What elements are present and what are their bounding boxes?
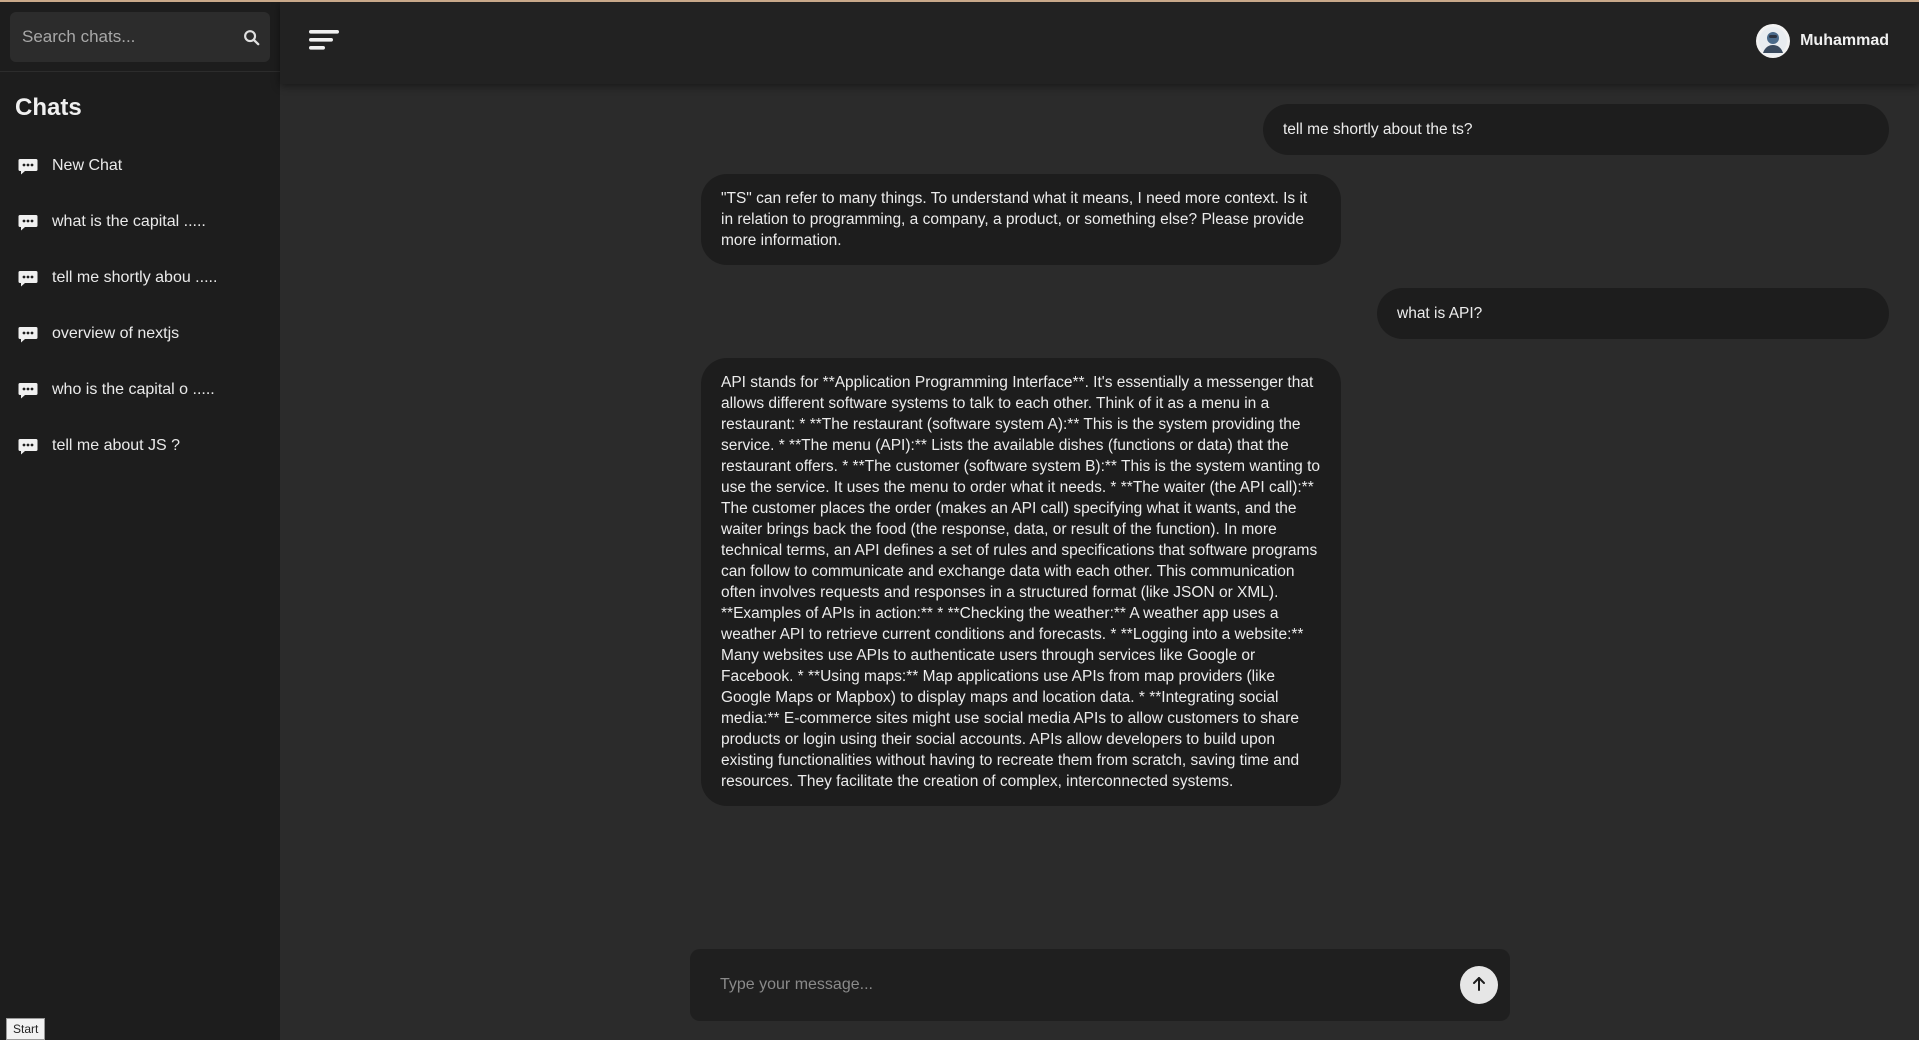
assistant-message: API stands for **Application Programming… <box>701 358 1341 806</box>
chat-item-label: what is the capital ..... <box>52 213 206 230</box>
chat-bubble-icon <box>18 213 40 231</box>
search-icon[interactable] <box>243 26 260 48</box>
chat-item-label: overview of nextjs <box>52 325 180 342</box>
user-avatar-icon <box>1759 27 1788 55</box>
avatar <box>1756 24 1791 58</box>
user-message: tell me shortly about the ts? <box>1263 104 1889 155</box>
user-name: Muhammad <box>1800 32 1889 49</box>
chat-item-about-js[interactable]: tell me about JS ? <box>0 418 280 474</box>
chat-bubble-icon <box>18 269 40 287</box>
window-top-accent <box>0 0 1919 2</box>
start-button[interactable]: Start <box>6 1018 46 1040</box>
user-message: what is API? <box>1377 288 1889 339</box>
menu-lines-icon <box>308 28 340 57</box>
user-menu[interactable]: Muhammad <box>1756 24 1889 58</box>
sidebar: Chats New Chat what is the capital .....… <box>0 2 280 1040</box>
menu-toggle-button[interactable] <box>306 24 342 60</box>
chat-item-label: tell me shortly abou ..... <box>52 269 218 286</box>
chat-bubble-icon <box>18 157 40 175</box>
top-bar: Muhammad <box>280 2 1919 84</box>
chats-heading: Chats <box>15 94 82 121</box>
chat-bubble-icon <box>18 325 40 343</box>
chat-item-label: who is the capital o ..... <box>52 381 215 398</box>
message-composer <box>690 949 1510 1021</box>
chat-bubble-icon <box>18 437 40 455</box>
main-panel: Muhammad tell me shortly about the ts? "… <box>280 2 1919 1040</box>
chat-bubble-icon <box>18 381 40 399</box>
chat-item-nextjs[interactable]: overview of nextjs <box>0 306 280 362</box>
chat-list: New Chat what is the capital ..... tell … <box>0 136 280 474</box>
arrow-up-icon <box>1470 975 1488 996</box>
send-button[interactable] <box>1460 966 1498 1004</box>
search-area <box>0 2 280 72</box>
chat-item-label: tell me about JS ? <box>52 437 181 454</box>
search-box <box>10 12 270 62</box>
chat-item-who-is-capital[interactable]: who is the capital o ..... <box>0 362 280 418</box>
search-input[interactable] <box>22 27 243 47</box>
chat-item-label: New Chat <box>52 157 123 174</box>
chat-app: Chats New Chat what is the capital .....… <box>0 2 1919 1040</box>
chat-item-new-chat[interactable]: New Chat <box>0 138 280 194</box>
assistant-message: "TS" can refer to many things. To unders… <box>701 174 1341 265</box>
chat-item-capital[interactable]: what is the capital ..... <box>0 194 280 250</box>
message-input[interactable] <box>720 976 1460 994</box>
chat-item-tell-me-shortly[interactable]: tell me shortly abou ..... <box>0 250 280 306</box>
